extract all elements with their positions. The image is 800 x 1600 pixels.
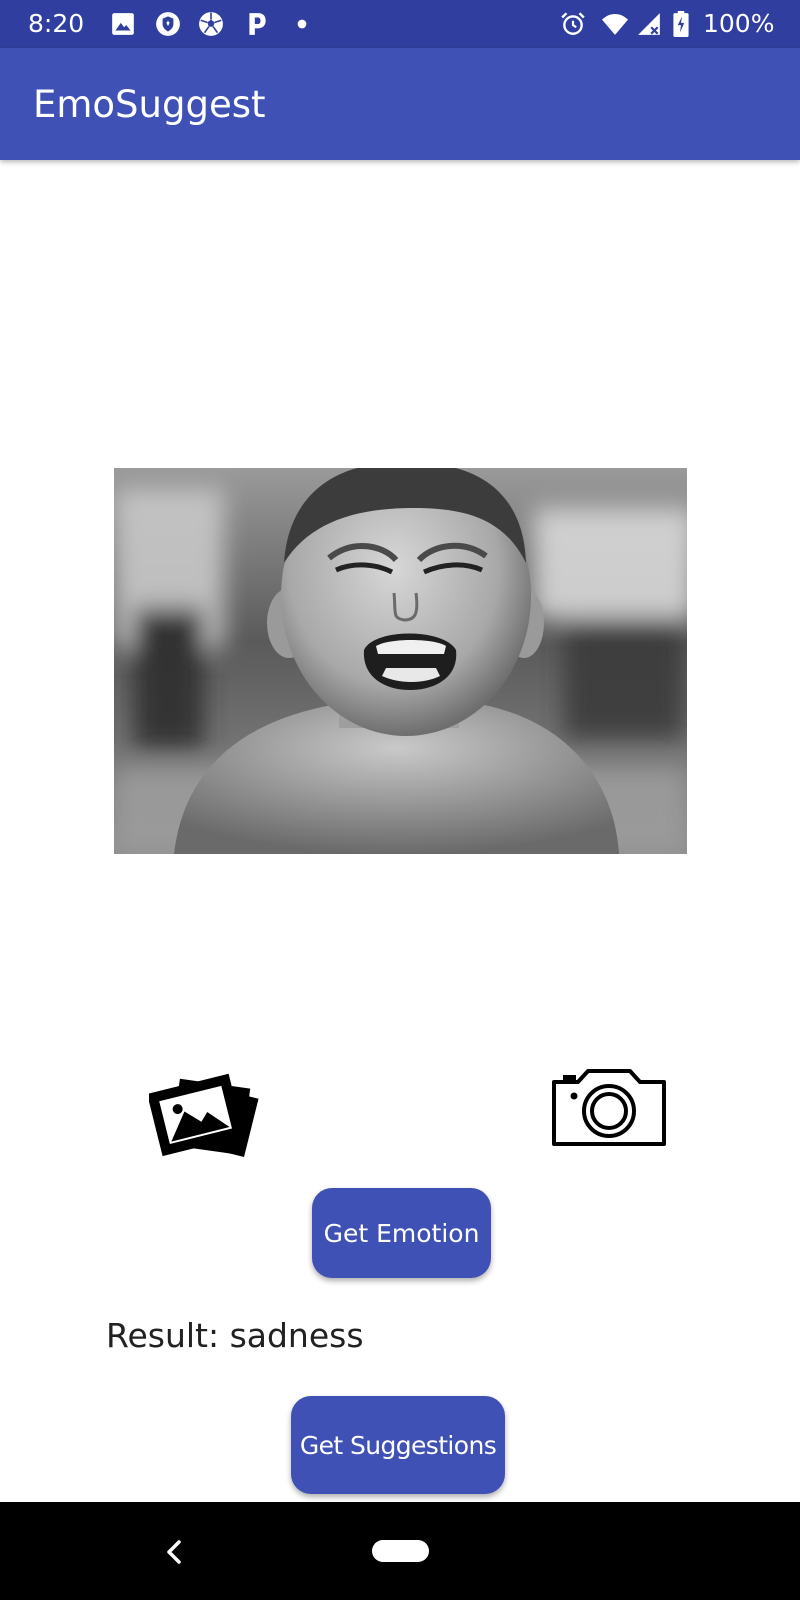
crying-child-photo bbox=[114, 468, 687, 854]
alarm-icon bbox=[561, 12, 585, 35]
get-suggestions-button[interactable]: Get Suggestions bbox=[291, 1396, 505, 1494]
emotion-photo bbox=[114, 468, 687, 854]
navigation-bar bbox=[0, 1502, 800, 1600]
battery-icon bbox=[673, 11, 689, 37]
camera-icon bbox=[552, 1069, 666, 1146]
app-bar: EmoSuggest bbox=[0, 48, 800, 160]
dot-icon bbox=[297, 19, 307, 29]
soccer-ball-icon bbox=[199, 12, 223, 36]
gallery-icon bbox=[147, 1073, 259, 1157]
battery-percent: 100% bbox=[703, 9, 775, 38]
image-icon bbox=[112, 13, 134, 35]
home-pill-icon[interactable] bbox=[372, 1540, 429, 1562]
status-bar: 8:20 100% bbox=[0, 0, 800, 48]
p-icon bbox=[249, 13, 266, 35]
result-text: Result: sadness bbox=[106, 1316, 364, 1355]
app-title: EmoSuggest bbox=[33, 83, 266, 126]
back-chevron-icon[interactable] bbox=[162, 1538, 188, 1566]
gallery-button[interactable] bbox=[147, 1070, 263, 1166]
status-time: 8:20 bbox=[28, 9, 85, 38]
get-emotion-button[interactable]: Get Emotion bbox=[312, 1188, 491, 1278]
wifi-icon bbox=[602, 13, 628, 35]
camera-button[interactable] bbox=[548, 1068, 670, 1148]
shield-icon bbox=[156, 12, 180, 36]
signal-icon bbox=[638, 13, 660, 35]
